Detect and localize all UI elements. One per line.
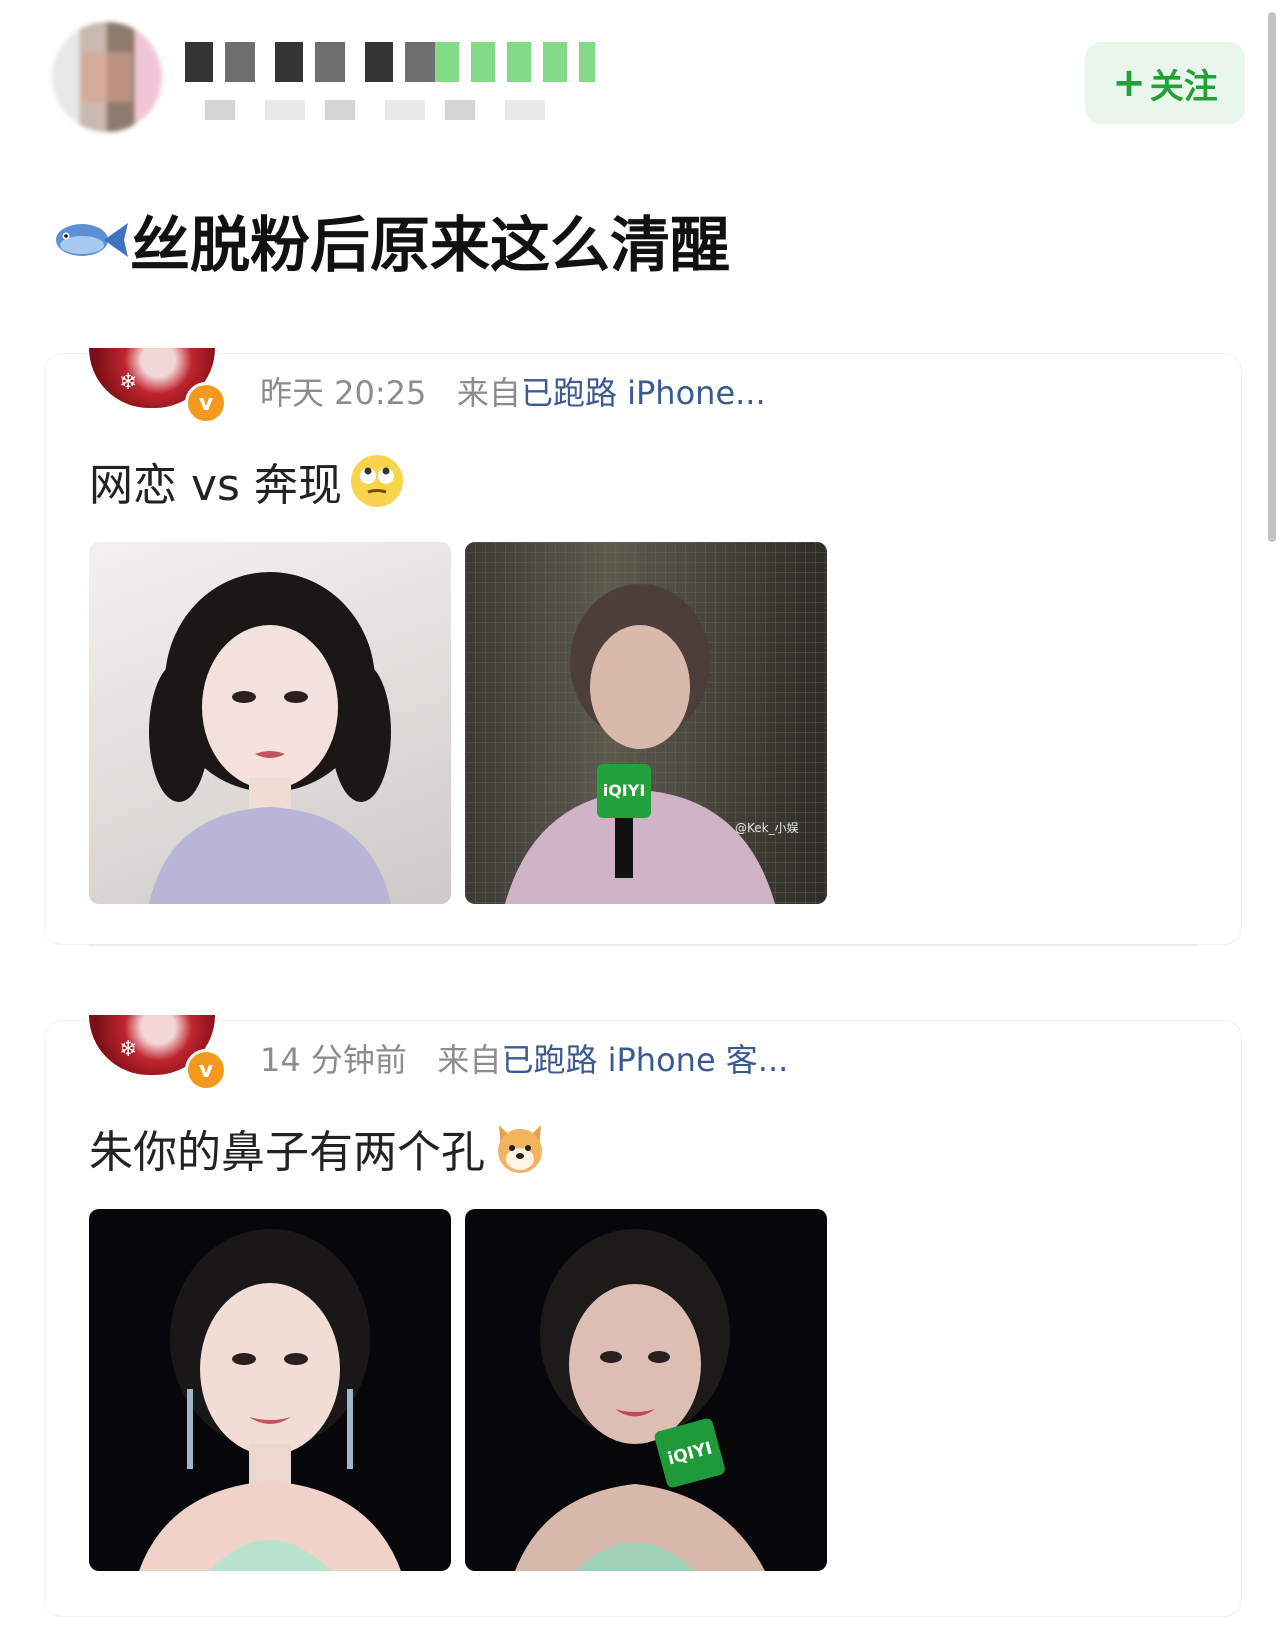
post-from: 来自 (456, 374, 521, 412)
post-source[interactable]: 已跑路 iPhone 客... (501, 1041, 788, 1079)
post-time: 昨天 20:25 (260, 374, 427, 412)
stage-photo: iQIYI @Kek_小娱 (465, 542, 827, 904)
v-badge-icon: v (185, 1049, 227, 1091)
embedded-post-2[interactable]: ❄ v 14 分钟前 来自已跑路 iPhone 客... 朱你的鼻子有两个孔 i… (44, 1015, 1242, 1617)
embedded-post-1[interactable]: ❄ v 昨天 20:25 来自已跑路 iPhone... 网恋 vs 奔现 iQ… (44, 348, 1242, 946)
post-photo[interactable]: iQIYI (465, 1209, 827, 1571)
post-meta: 14 分钟前 来自已跑路 iPhone 客... (260, 1035, 788, 1081)
snowflake-icon: ❄ (119, 370, 138, 395)
post-text-content: 网恋 vs 奔现 (89, 460, 342, 511)
photo-logo: iQIYI (603, 781, 646, 800)
scrollbar[interactable] (1268, 12, 1276, 542)
fish-icon (56, 223, 128, 257)
follow-button[interactable]: + 关注 (1085, 42, 1245, 124)
post-text: 网恋 vs 奔现 (89, 449, 406, 513)
post-meta: 昨天 20:25 来自已跑路 iPhone... (260, 368, 766, 414)
author-name-redacted[interactable] (185, 42, 595, 82)
photo-credit: @Kek_小娱 (735, 821, 799, 835)
portrait-illustration (149, 572, 391, 904)
author-meta-redacted (205, 100, 565, 120)
snowflake-icon: ❄ (119, 1037, 138, 1062)
dog-face-icon (498, 1125, 542, 1173)
card-divider (89, 944, 1197, 946)
stage-photo: iQIYI (515, 1229, 765, 1571)
face-with-rolling-eyes-icon (350, 455, 403, 507)
v-badge-icon: v (185, 382, 227, 424)
post-time: 14 分钟前 (260, 1041, 407, 1079)
post-title: 丝脱粉后原来这么清醒 (52, 205, 730, 281)
post-title-text: 丝脱粉后原来这么清醒 (130, 210, 730, 281)
post-text: 朱你的鼻子有两个孔 (89, 1116, 549, 1180)
plus-icon: + (1112, 60, 1146, 106)
author-avatar[interactable] (52, 22, 162, 132)
post-text-content: 朱你的鼻子有两个孔 (89, 1127, 485, 1178)
portrait-photo (139, 1229, 401, 1571)
follow-label: 关注 (1149, 66, 1218, 107)
post-photo[interactable]: iQIYI @Kek_小娱 (465, 542, 827, 904)
post-source[interactable]: 已跑路 iPhone... (521, 374, 766, 412)
post-page: + 关注 丝脱粉后原来这么清醒 ❄ v 昨天 20:25 来自已跑路 iPhon… (0, 0, 1282, 1650)
post-photo[interactable] (89, 542, 451, 904)
post-photo[interactable] (89, 1209, 451, 1571)
post-from: 来自 (437, 1041, 502, 1079)
